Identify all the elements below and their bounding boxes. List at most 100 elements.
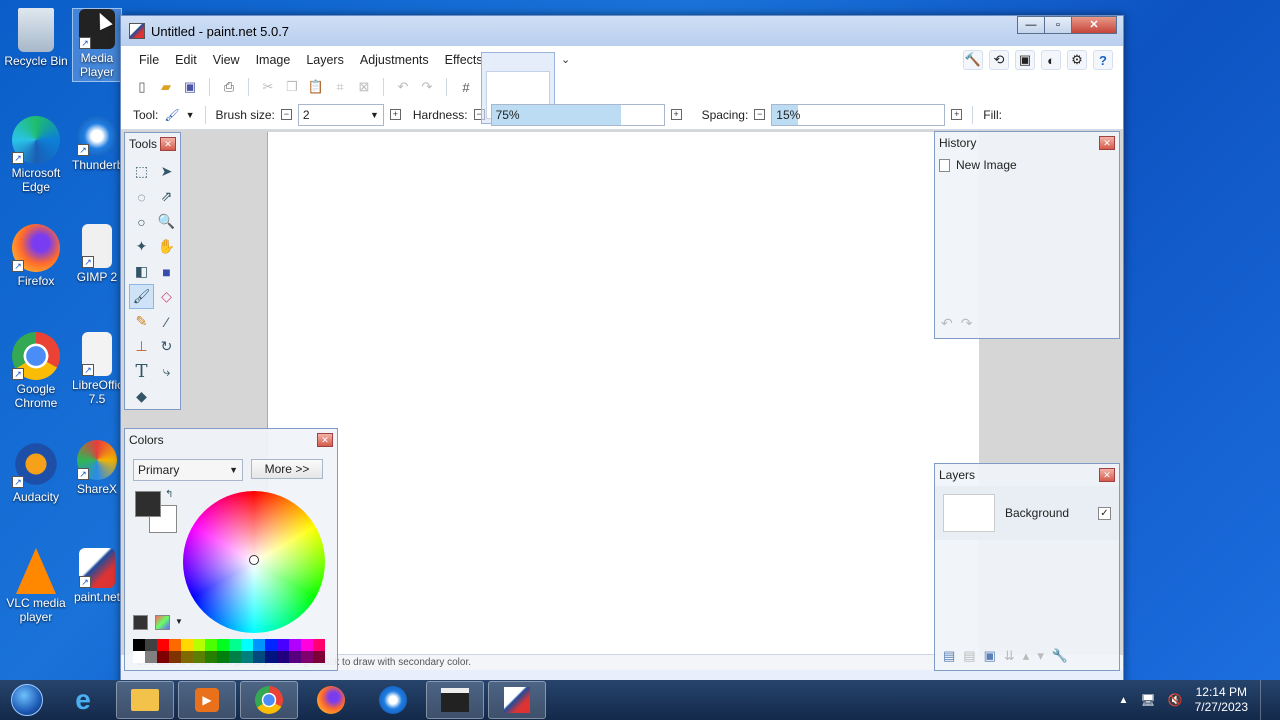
- grid-icon[interactable]: #: [457, 78, 475, 96]
- title-bar[interactable]: Untitled - paint.net 5.0.7 — ▫ ✕: [121, 16, 1123, 46]
- palette-swatch[interactable]: [241, 639, 253, 651]
- palette-swatch[interactable]: [205, 639, 217, 651]
- color-mode-select[interactable]: Primary ▼: [133, 459, 243, 481]
- desktop-icon-audacity[interactable]: ↗ Audacity: [0, 440, 72, 504]
- new-file-icon[interactable]: ▯: [133, 78, 151, 96]
- move-selection-icon[interactable]: ⇗: [154, 184, 179, 209]
- ellipse-select-icon[interactable]: ○: [129, 209, 154, 234]
- palette-swatch[interactable]: [313, 651, 325, 663]
- palette-dropdown-icon[interactable]: ▼: [175, 617, 183, 626]
- close-icon[interactable]: ✕: [160, 137, 176, 151]
- palette-swatch[interactable]: [277, 639, 289, 651]
- colors-panel-header[interactable]: Colors ✕: [125, 429, 337, 451]
- menu-adjustments[interactable]: Adjustments: [352, 49, 437, 71]
- layers-panel-header[interactable]: Layers ✕: [935, 464, 1119, 486]
- save-icon[interactable]: ▣: [181, 78, 199, 96]
- palette-swatch[interactable]: [217, 651, 229, 663]
- tool-dropdown-icon[interactable]: ▼: [186, 110, 195, 120]
- help-icon[interactable]: ?: [1093, 50, 1113, 70]
- palette-swatch[interactable]: [253, 651, 265, 663]
- desktop-icon-libreoffice[interactable]: ↗ LibreOffice 7.5: [72, 332, 122, 406]
- history-item[interactable]: New Image: [935, 154, 1119, 176]
- deselect-icon[interactable]: ⊠: [355, 78, 373, 96]
- menu-edit[interactable]: Edit: [167, 49, 205, 71]
- maximize-button[interactable]: ▫: [1044, 16, 1072, 34]
- spacing-slider[interactable]: 15%: [771, 103, 946, 126]
- close-icon[interactable]: ✕: [1099, 136, 1115, 150]
- desktop-icon-sharex[interactable]: ↗ ShareX: [72, 440, 122, 496]
- eraser-icon[interactable]: ◇: [154, 284, 179, 309]
- palette-swatch[interactable]: [313, 639, 325, 651]
- add-layer-icon[interactable]: ▤: [943, 648, 955, 664]
- palette-swatch[interactable]: [145, 651, 157, 663]
- palette-menu-icon[interactable]: [155, 615, 170, 630]
- palette-swatch[interactable]: [301, 651, 313, 663]
- palette-swatch[interactable]: [205, 651, 217, 663]
- copy-icon[interactable]: ❐: [283, 78, 301, 96]
- swap-colors-icon[interactable]: ↰: [165, 489, 173, 500]
- network-icon[interactable]: 🖥: [1140, 693, 1155, 707]
- pan-hand-icon[interactable]: ✋: [154, 234, 179, 259]
- taskbar-paintnet[interactable]: [488, 681, 546, 719]
- palette-swatch[interactable]: [265, 639, 277, 651]
- palette-swatch[interactable]: [193, 639, 205, 651]
- close-icon[interactable]: ✕: [1099, 468, 1115, 482]
- shapes-icon[interactable]: ◆: [129, 384, 154, 409]
- redo-icon[interactable]: ↷: [418, 78, 436, 96]
- palette-swatch[interactable]: [157, 651, 169, 663]
- recolor-icon[interactable]: ↻: [154, 334, 179, 359]
- desktop-icon-gimp[interactable]: ↗ GIMP 2: [72, 224, 122, 284]
- color-picker-icon[interactable]: ⁄: [154, 309, 179, 334]
- paintbrush-tool-icon[interactable]: 🖌: [164, 108, 179, 122]
- taskbar-media-player[interactable]: ▶: [178, 681, 236, 719]
- close-button[interactable]: ✕: [1071, 16, 1117, 34]
- desktop-icon-thunderbird[interactable]: ↗ Thunderbird: [72, 116, 122, 172]
- paintbrush-icon[interactable]: 🖌: [129, 284, 154, 309]
- minimize-button[interactable]: —: [1017, 16, 1045, 34]
- layer-visibility-checkbox[interactable]: ✓: [1098, 506, 1111, 520]
- taskbar-thunderbird[interactable]: [364, 681, 422, 719]
- palette-swatch[interactable]: [229, 639, 241, 651]
- taskbar-file-explorer[interactable]: [116, 681, 174, 719]
- gradient-icon[interactable]: ■: [154, 259, 179, 284]
- taskbar-firefox[interactable]: [302, 681, 360, 719]
- desktop-icon-recycle-bin[interactable]: Recycle Bin: [0, 8, 72, 68]
- history-panel-header[interactable]: History ✕: [935, 132, 1119, 154]
- spacing-increase-icon[interactable]: +: [951, 109, 963, 120]
- palette-swatch[interactable]: [133, 651, 145, 663]
- cut-icon[interactable]: ✂: [259, 78, 277, 96]
- show-desktop-button[interactable]: [1260, 680, 1270, 720]
- palette-swatch[interactable]: [169, 639, 181, 651]
- palette-swatch[interactable]: [217, 639, 229, 651]
- tab-list-chevron-icon[interactable]: ⌄: [561, 53, 570, 66]
- crop-icon[interactable]: ⌗: [331, 78, 349, 96]
- layers-toggle-icon[interactable]: ▣: [1015, 50, 1035, 70]
- add-color-icon[interactable]: [133, 615, 148, 630]
- redo-icon[interactable]: ↷: [961, 315, 973, 332]
- brush-size-decrease-icon[interactable]: −: [280, 109, 292, 120]
- paste-icon[interactable]: 📋: [307, 78, 325, 96]
- desktop-icon-firefox[interactable]: ↗ Firefox: [0, 224, 72, 288]
- undo-icon[interactable]: ↶: [941, 315, 953, 332]
- taskbar-chrome[interactable]: [240, 681, 298, 719]
- move-layer-up-icon[interactable]: ▴: [1023, 648, 1030, 664]
- palette-swatch[interactable]: [193, 651, 205, 663]
- delete-layer-icon[interactable]: ▤: [963, 648, 975, 664]
- clone-stamp-icon[interactable]: ⊥: [129, 334, 154, 359]
- layer-row[interactable]: Background ✓: [935, 486, 1119, 540]
- menu-image[interactable]: Image: [248, 49, 299, 71]
- palette-swatch[interactable]: [241, 651, 253, 663]
- history-toggle-icon[interactable]: ⟲: [989, 50, 1009, 70]
- move-layer-down-icon[interactable]: ▾: [1037, 648, 1044, 664]
- drawing-canvas[interactable]: [267, 132, 979, 668]
- undo-icon[interactable]: ↶: [394, 78, 412, 96]
- magic-wand-icon[interactable]: ✦: [129, 234, 154, 259]
- hardness-increase-icon[interactable]: +: [670, 109, 682, 120]
- taskbar-mpc[interactable]: [426, 681, 484, 719]
- spacing-decrease-icon[interactable]: −: [754, 109, 766, 120]
- open-folder-icon[interactable]: ▰: [157, 78, 175, 96]
- menu-layers[interactable]: Layers: [298, 49, 352, 71]
- more-colors-button[interactable]: More >>: [251, 459, 323, 479]
- menu-view[interactable]: View: [205, 49, 248, 71]
- palette-swatch[interactable]: [301, 639, 313, 651]
